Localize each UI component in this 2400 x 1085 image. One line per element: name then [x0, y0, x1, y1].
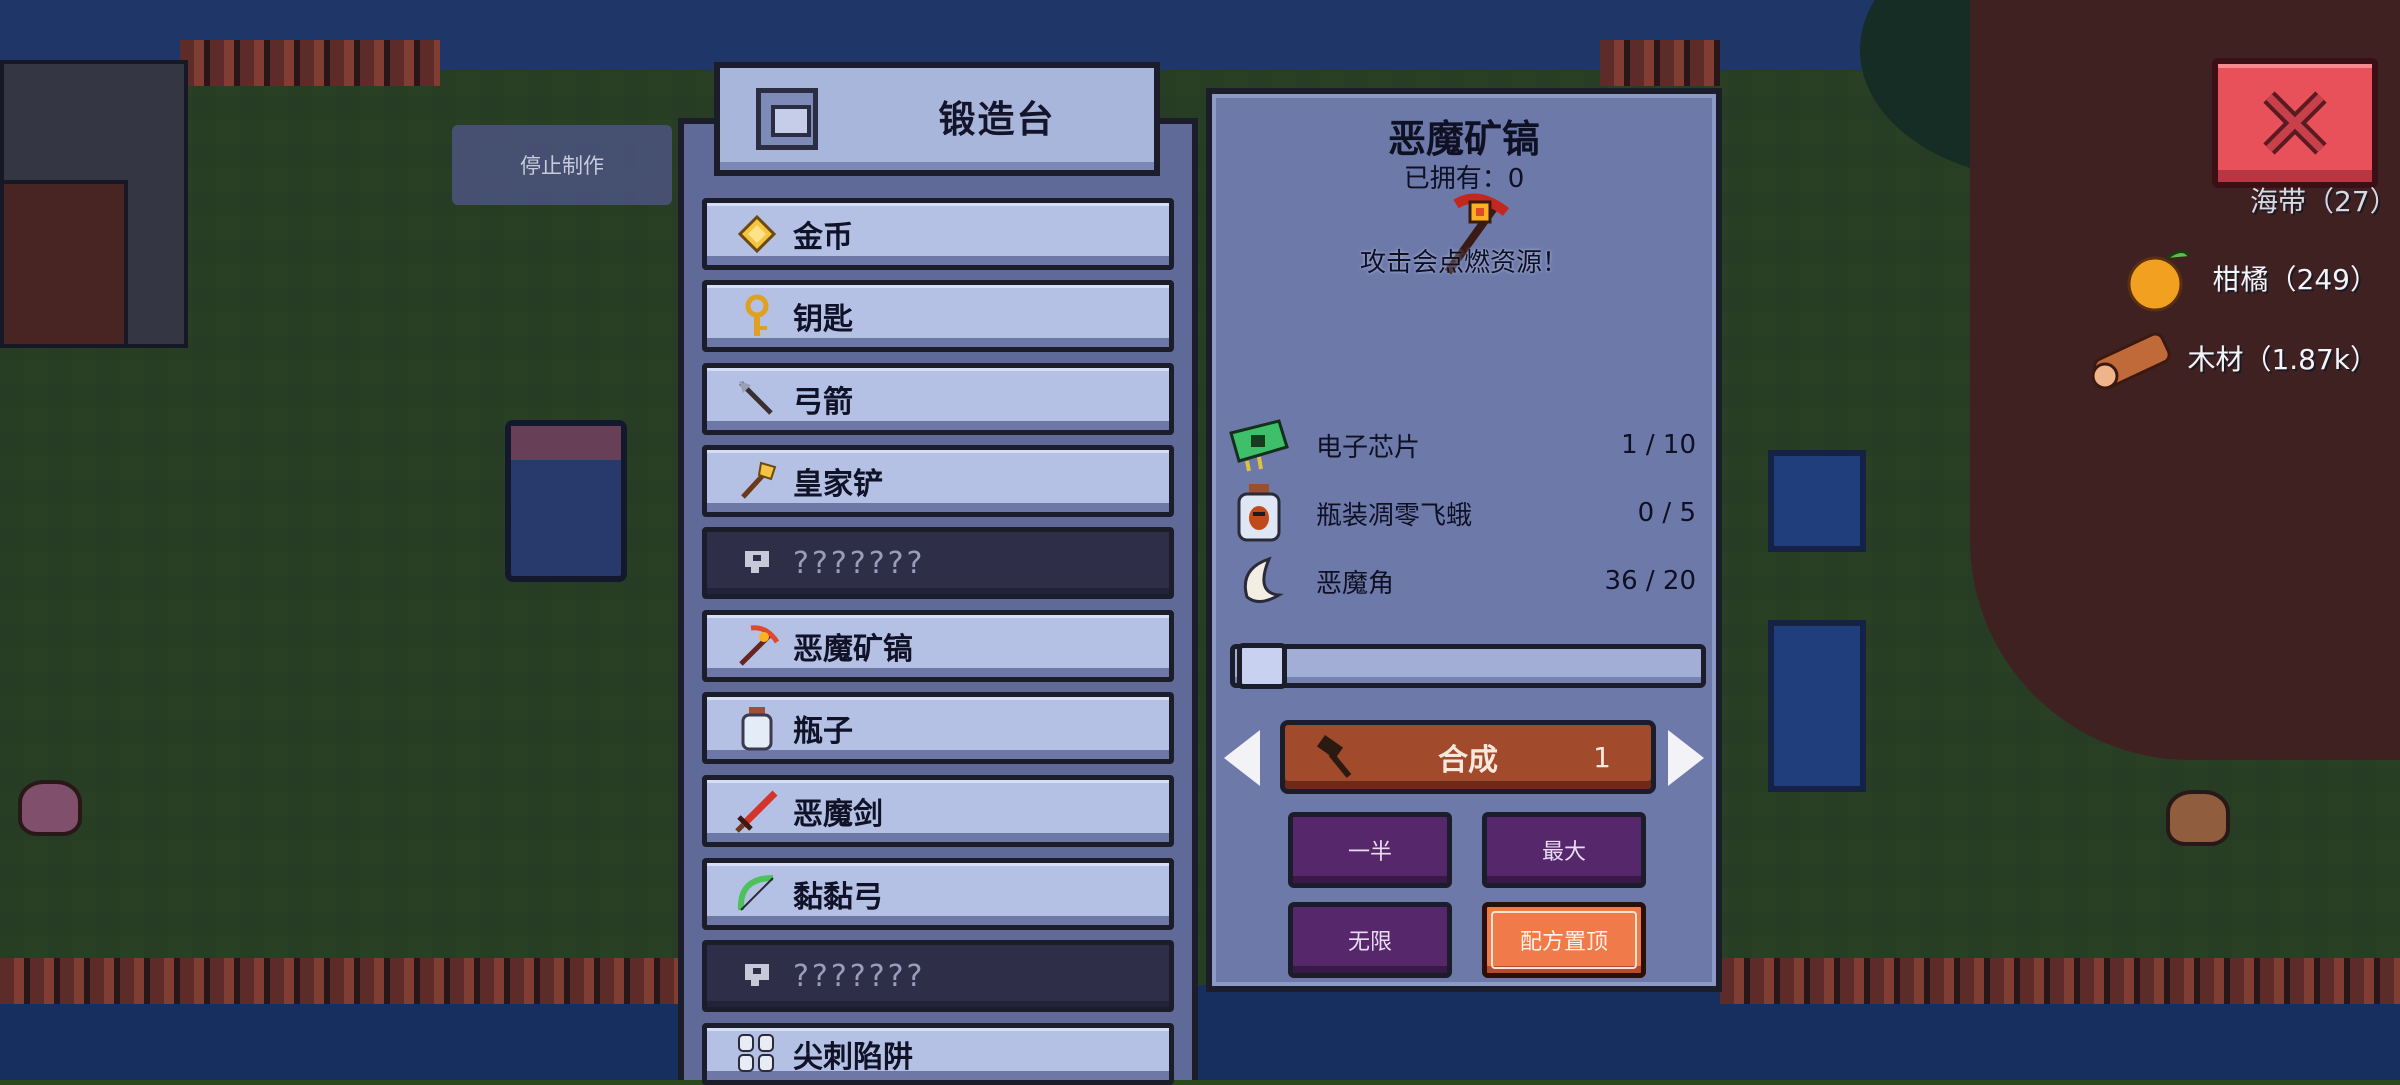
recipe-label: 弓箭: [793, 385, 853, 420]
recipe-item-royal-shovel[interactable]: 皇家铲: [702, 445, 1174, 517]
recipe-item-locked[interactable]: ???????: [702, 940, 1174, 1012]
recipe-item-arrow[interactable]: 弓箭: [702, 363, 1174, 435]
ingredient-count: 36 / 20: [1604, 566, 1696, 596]
microchip-icon: [1226, 414, 1292, 476]
recipe-item-gold-coin[interactable]: 金币: [702, 198, 1174, 270]
recipe-item-bottle[interactable]: 瓶子: [702, 692, 1174, 764]
recipe-label: 恶魔剑: [793, 797, 883, 832]
citrus-icon: [2127, 250, 2190, 312]
bottled-moth-icon: [1226, 482, 1292, 544]
ingredient-name: 电子芯片: [1316, 432, 1421, 463]
resource-citrus: 柑橘（249）: [2119, 250, 2378, 312]
ingredient-row: 恶魔角 36 / 20: [1226, 548, 1706, 614]
station-header: 锻造台: [714, 62, 1160, 176]
recipe-label: 钥匙: [793, 302, 853, 337]
decrease-arrow[interactable]: [1224, 730, 1260, 786]
recipe-label: 恶魔矿镐: [793, 632, 913, 667]
locked-icon: [733, 952, 781, 1000]
recipe-detail-panel: 恶魔矿镐 已拥有：0 攻击会点燃资源！ 电子芯片 1 / 10 瓶装凋零飞蛾 0…: [1206, 88, 1722, 992]
stop-crafting-button[interactable]: 停止制作: [452, 125, 672, 205]
ingredient-row: 电子芯片 1 / 10: [1226, 412, 1706, 478]
recipe-label: 尖刺陷阱: [793, 1040, 913, 1075]
recipe-label: 皇家铲: [793, 467, 883, 502]
dim-overlay: [0, 0, 2400, 1080]
key-icon: [733, 292, 781, 340]
spike-trap-icon: [733, 1030, 781, 1078]
close-button[interactable]: [2212, 58, 2378, 188]
bottle-icon: [733, 704, 781, 752]
resource-name: 海带（27）: [2250, 185, 2398, 218]
slider-handle[interactable]: [1237, 643, 1287, 689]
quantity-slider[interactable]: [1230, 643, 1706, 689]
wood-icon: [2091, 332, 2172, 390]
demon-sword-icon: [733, 787, 781, 835]
ingredient-count: 1 / 10: [1621, 430, 1696, 460]
recipe-label: ???????: [793, 958, 926, 994]
ingredient-name: 恶魔角: [1316, 568, 1395, 599]
recipe-label: 瓶子: [793, 714, 853, 749]
resource-wood: 木材（1.87k）: [2083, 330, 2378, 390]
recipe-label: 黏黏弓: [793, 880, 883, 915]
pin-recipe-button[interactable]: 配方置顶: [1482, 902, 1646, 978]
arrow-icon: [733, 375, 781, 423]
station-title: 锻造台: [938, 98, 1056, 141]
locked-icon: [733, 539, 781, 587]
item-description: 攻击会点燃资源！: [1359, 248, 1568, 278]
forge-icon: [756, 88, 818, 150]
recipe-item-demon-sword[interactable]: 恶魔剑: [702, 775, 1174, 847]
recipe-item-spike-trap[interactable]: 尖刺陷阱: [702, 1023, 1174, 1085]
craft-button[interactable]: 合成 1: [1280, 720, 1656, 794]
ingredient-row: 瓶装凋零飞蛾 0 / 5: [1226, 480, 1706, 546]
recipe-label: 金币: [793, 220, 853, 255]
ingredient-count: 0 / 5: [1637, 498, 1696, 528]
game-world: [0, 0, 2400, 1080]
infinite-button[interactable]: 无限: [1288, 902, 1452, 978]
recipe-label: ???????: [793, 545, 926, 581]
craft-quantity: 1: [1593, 740, 1611, 774]
ingredient-name: 瓶装凋零飞蛾: [1316, 500, 1473, 531]
royal-shovel-icon: [733, 457, 781, 505]
detail-title: 恶魔矿镐: [1387, 117, 1540, 161]
recipe-item-demon-pickaxe[interactable]: 恶魔矿镐: [702, 610, 1174, 682]
half-button[interactable]: 一半: [1288, 812, 1452, 888]
recipe-item-slime-bow[interactable]: 黏黏弓: [702, 858, 1174, 930]
gold-coin-icon: [733, 210, 781, 258]
max-button[interactable]: 最大: [1482, 812, 1646, 888]
resource-seaweed: 海带（27）: [2250, 180, 2398, 220]
slime-bow-icon: [733, 870, 781, 918]
recipe-item-locked[interactable]: ???????: [702, 527, 1174, 599]
recipe-item-key[interactable]: 钥匙: [702, 280, 1174, 352]
close-icon: [2263, 91, 2327, 155]
demon-horn-icon: [1226, 550, 1292, 612]
resource-name: 木材（1.87k）: [2187, 343, 2378, 376]
increase-arrow[interactable]: [1668, 730, 1704, 786]
resource-name: 柑橘（249）: [2212, 263, 2378, 296]
demon-pickaxe-icon: [733, 622, 781, 670]
